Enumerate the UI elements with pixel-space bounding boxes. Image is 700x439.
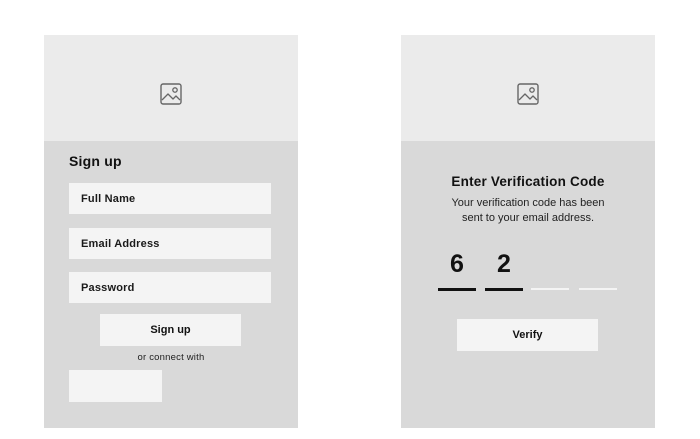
code-digit-1[interactable]: 6 <box>438 250 476 292</box>
verify-button-label: Verify <box>512 329 543 341</box>
image-placeholder-icon <box>517 83 539 105</box>
code-digit-4[interactable] <box>579 250 617 292</box>
signup-hero-image <box>44 35 298 141</box>
email-field[interactable]: Email Address <box>69 228 271 259</box>
social-login-button[interactable] <box>69 370 162 402</box>
verification-card: Enter Verification Code Your verificatio… <box>401 35 655 428</box>
code-digit-2[interactable]: 2 <box>485 250 523 292</box>
image-placeholder-icon <box>160 83 182 105</box>
description-line-1: Your verification code has been <box>451 197 605 209</box>
code-digit-1-underline <box>438 288 476 291</box>
code-digit-1-value: 6 <box>450 250 464 278</box>
signup-card: Sign up Full Name Email Address Password… <box>44 35 298 428</box>
password-placeholder: Password <box>81 281 135 294</box>
signup-button[interactable]: Sign up <box>100 314 241 346</box>
description-line-2: sent to your email address. <box>461 212 595 224</box>
verification-description: Your verification code has been sent to … <box>401 196 655 226</box>
verification-title: Enter Verification Code <box>451 174 605 189</box>
code-digit-4-underline <box>579 288 617 290</box>
full-name-placeholder: Full Name <box>81 192 136 205</box>
verify-button[interactable]: Verify <box>457 319 598 351</box>
code-digit-2-value: 2 <box>497 250 511 278</box>
full-name-field[interactable]: Full Name <box>69 183 271 214</box>
connect-with-label: or connect with <box>137 352 205 363</box>
code-digit-2-underline <box>485 288 523 291</box>
code-digit-3[interactable] <box>531 250 569 292</box>
signup-title: Sign up <box>69 153 122 169</box>
code-digit-3-underline <box>531 288 569 290</box>
password-field[interactable]: Password <box>69 272 271 303</box>
email-placeholder: Email Address <box>81 237 160 250</box>
signup-button-label: Sign up <box>150 324 191 336</box>
verification-hero-image <box>401 35 655 141</box>
